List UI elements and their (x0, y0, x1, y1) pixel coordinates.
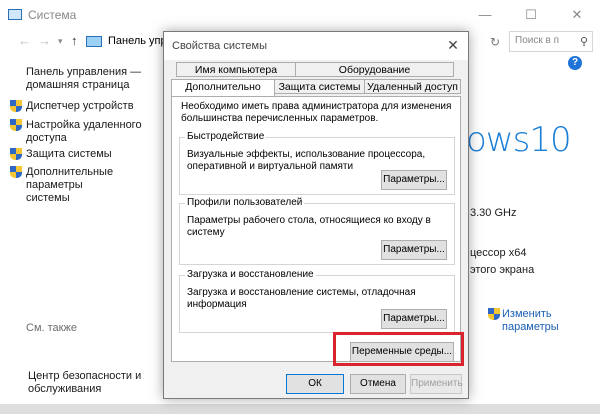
minimize-button[interactable]: — (462, 0, 508, 30)
windows-logo: ows10 (466, 120, 572, 160)
performance-settings-button[interactable]: Параметры... (381, 170, 447, 190)
address-text: Панель упр (108, 35, 167, 47)
startup-recovery-settings-button[interactable]: Параметры... (381, 309, 447, 329)
tab-advanced[interactable]: Дополнительно (171, 79, 275, 96)
shield-icon (10, 100, 22, 113)
address-bar[interactable]: Панель упр (86, 32, 167, 52)
advanced-tab-panel: Необходимо иметь права администратора дл… (171, 96, 461, 362)
change-settings-link[interactable]: Изменить параметры (502, 308, 559, 334)
startup-recovery-group-desc: Загрузка и восстановление системы, отлад… (187, 287, 416, 310)
shield-icon (10, 148, 22, 161)
tab-computer-name[interactable]: Имя компьютера (176, 62, 296, 77)
tab-hardware[interactable]: Оборудование (295, 62, 454, 77)
sidebar-item-remote-settings[interactable]: Настройка удаленного доступа (26, 119, 142, 145)
sidebar-item-system-protection[interactable]: Защита системы (26, 148, 112, 161)
system-properties-dialog: Свойства системы ✕ Имя компьютера Оборуд… (163, 31, 469, 399)
security-center-link[interactable]: Центр безопасности и обслуживания (28, 370, 141, 396)
system-window-title: Система (28, 8, 77, 22)
search-input[interactable]: Поиск в п ⚲ (509, 31, 593, 52)
up-arrow-icon[interactable]: ↑ (71, 30, 78, 52)
search-placeholder: Поиск в п (515, 35, 559, 46)
cpu-speed: 3.30 GHz (470, 207, 517, 219)
shield-icon (488, 308, 500, 321)
cancel-button[interactable]: Отмена (350, 374, 406, 394)
shield-icon (10, 166, 22, 179)
computer-icon (8, 9, 22, 20)
tab-system-protection[interactable]: Защита системы (274, 79, 365, 94)
forward-arrow-icon[interactable]: → (38, 30, 51, 52)
startup-recovery-group-title: Загрузка и восстановление (185, 269, 316, 280)
maximize-button[interactable]: ☐ (508, 0, 554, 30)
sidebar-item-advanced-settings[interactable]: Дополнительные параметры системы (26, 166, 160, 205)
admin-note: Необходимо иметь права администратора дл… (181, 101, 452, 124)
ok-button[interactable]: ОК (286, 374, 344, 394)
sidebar: Панель управления — домашняя страница Ди… (0, 54, 160, 414)
back-arrow-icon[interactable]: ← (18, 30, 31, 52)
dialog-titlebar: Свойства системы ✕ (164, 32, 468, 60)
user-profiles-group-title: Профили пользователей (185, 197, 305, 208)
cpu-arch: цессор x64 (470, 247, 527, 259)
search-icon: ⚲ (579, 36, 588, 48)
sidebar-home-link[interactable]: Панель управления — домашняя страница (26, 66, 141, 92)
performance-group: Быстродействие Визуальные эффекты, испол… (179, 131, 455, 195)
user-profiles-settings-button[interactable]: Параметры... (381, 240, 447, 260)
startup-recovery-group: Загрузка и восстановление Загрузка и вос… (179, 269, 455, 333)
dialog-title: Свойства системы (172, 40, 268, 52)
close-window-button[interactable]: ✕ (554, 0, 600, 30)
apply-button[interactable]: Применить (410, 374, 463, 394)
system-window-titlebar: Система — ☐ ✕ (0, 0, 600, 30)
control-panel-icon (86, 36, 102, 47)
environment-variables-highlight (333, 332, 464, 366)
user-profiles-group: Профили пользователей Параметры рабочего… (179, 197, 455, 265)
shield-icon (10, 119, 22, 132)
see-also-heading: См. также (26, 322, 77, 334)
system-info-panel: ows10 3.30 GHz цессор x64 этого экрана И… (466, 54, 600, 414)
recent-dropdown-icon[interactable]: ▾ (58, 30, 63, 52)
performance-group-title: Быстродействие (185, 131, 267, 142)
tab-remote[interactable]: Удаленный доступ (364, 79, 461, 94)
close-icon[interactable]: ✕ (444, 36, 462, 54)
refresh-icon[interactable]: ↻ (487, 31, 503, 53)
screen-info: этого экрана (470, 264, 535, 276)
sidebar-item-device-manager[interactable]: Диспетчер устройств (26, 100, 134, 113)
bottom-strip (0, 404, 600, 414)
user-profiles-group-desc: Параметры рабочего стола, относящиеся ко… (187, 215, 431, 238)
